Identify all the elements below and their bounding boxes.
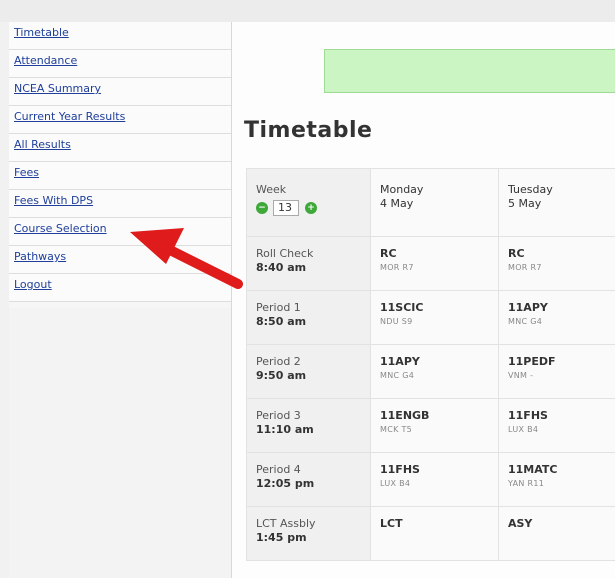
period-cell: Period 1 8:50 am — [246, 290, 371, 345]
class-code: 11APY — [508, 301, 548, 314]
left-edge — [0, 22, 9, 578]
table-row: Period 2 9:50 am 11APY MNC G4 11PEDF VNM - — [246, 344, 615, 399]
sidebar-link-fees-with-dps[interactable]: Fees With DPS — [14, 194, 93, 207]
sidebar-item-current-year-results[interactable]: Current Year Results — [9, 106, 231, 134]
period-time: 12:05 pm — [256, 477, 315, 490]
week-cell: Week − 13 + — [246, 168, 371, 237]
sidebar-link-course-selection[interactable]: Course Selection — [14, 222, 107, 235]
sidebar-item-course-selection[interactable]: Course Selection — [9, 218, 231, 246]
day-name: Tuesday — [508, 183, 553, 196]
sidebar-item-all-results[interactable]: All Results — [9, 134, 231, 162]
class-cell[interactable]: 11SCIC NDU S9 — [370, 290, 499, 345]
day-header: Monday 4 May — [370, 168, 499, 237]
sidebar-link-fees[interactable]: Fees — [14, 166, 39, 179]
timetable-header-row: Week − 13 + Monday 4 May Tuesday 5 May — [246, 168, 615, 237]
previous-week-icon[interactable]: − — [256, 202, 268, 214]
class-room: MCK T5 — [380, 425, 413, 434]
sidebar-link-pathways[interactable]: Pathways — [14, 250, 66, 263]
class-room: YAN R11 — [508, 479, 545, 488]
class-code: 11SCIC — [380, 301, 424, 314]
notice-banner — [324, 49, 615, 93]
class-code: 11ENGB — [380, 409, 430, 422]
sidebar-link-all-results[interactable]: All Results — [14, 138, 71, 151]
top-bar — [0, 0, 615, 22]
class-code: 11FHS — [380, 463, 420, 476]
sidebar-item-pathways[interactable]: Pathways — [9, 246, 231, 274]
class-cell[interactable]: LCT — [370, 506, 499, 561]
period-time: 9:50 am — [256, 369, 307, 382]
class-room: MNC G4 — [508, 317, 543, 326]
class-cell[interactable]: 11APY MNC G4 — [498, 290, 615, 345]
class-room: MNC G4 — [380, 371, 415, 380]
sidebar-link-ncea-summary[interactable]: NCEA Summary — [14, 82, 101, 95]
period-time: 8:50 am — [256, 315, 307, 328]
class-room: LUX B4 — [380, 479, 411, 488]
class-code: 11APY — [380, 355, 420, 368]
period-name: Period 4 — [256, 463, 301, 476]
sidebar-item-fees-with-dps[interactable]: Fees With DPS — [9, 190, 231, 218]
class-code: LCT — [380, 517, 403, 530]
class-cell[interactable]: 11FHS LUX B4 — [370, 452, 499, 507]
class-room: MOR R7 — [508, 263, 542, 272]
day-date: 5 May — [508, 197, 542, 210]
class-room: NDU S9 — [380, 317, 413, 326]
class-cell[interactable]: 11APY MNC G4 — [370, 344, 499, 399]
class-room: VNM - — [508, 371, 534, 380]
period-cell: Period 4 12:05 pm — [246, 452, 371, 507]
day-name: Monday — [380, 183, 424, 196]
sidebar-item-fees[interactable]: Fees — [9, 162, 231, 190]
class-cell[interactable]: 11FHS LUX B4 — [498, 398, 615, 453]
class-code: ASY — [508, 517, 533, 530]
class-code: 11PEDF — [508, 355, 556, 368]
sidebar-link-current-year-results[interactable]: Current Year Results — [14, 110, 125, 123]
table-row: Period 1 8:50 am 11SCIC NDU S9 11APY MNC G4 — [246, 290, 615, 345]
class-cell[interactable]: 11MATC YAN R11 — [498, 452, 615, 507]
class-code: RC — [508, 247, 525, 260]
sidebar-link-logout[interactable]: Logout — [14, 278, 52, 291]
week-number-input[interactable]: 13 — [273, 200, 299, 216]
period-time: 8:40 am — [256, 261, 307, 274]
class-room: MOR R7 — [380, 263, 414, 272]
table-row: Roll Check 8:40 am RC MOR R7 RC MOR R7 — [246, 236, 615, 291]
class-code: 11FHS — [508, 409, 548, 422]
period-cell: Roll Check 8:40 am — [246, 236, 371, 291]
day-date: 4 May — [380, 197, 414, 210]
week-label: Week — [256, 183, 287, 196]
sidebar-empty-area — [9, 308, 231, 578]
main-content: Timetable Week − 13 + Monday 4 May Tuesd… — [232, 22, 615, 578]
sidebar-item-attendance[interactable]: Attendance — [9, 50, 231, 78]
table-row: LCT Assbly 1:45 pm LCT ASY — [246, 506, 615, 561]
class-cell[interactable]: 11ENGB MCK T5 — [370, 398, 499, 453]
period-cell: Period 3 11:10 am — [246, 398, 371, 453]
page-title: Timetable — [244, 118, 373, 143]
sidebar-item-ncea-summary[interactable]: NCEA Summary — [9, 78, 231, 106]
period-time: 11:10 am — [256, 423, 314, 436]
sidebar-item-logout[interactable]: Logout — [9, 274, 231, 302]
class-cell[interactable]: RC MOR R7 — [370, 236, 499, 291]
period-cell: LCT Assbly 1:45 pm — [246, 506, 371, 561]
table-row: Period 4 12:05 pm 11FHS LUX B4 11MATC YAN R… — [246, 452, 615, 507]
period-name: Period 3 — [256, 409, 301, 422]
class-cell[interactable]: ASY — [498, 506, 615, 561]
class-cell[interactable]: 11PEDF VNM - — [498, 344, 615, 399]
table-row: Period 3 11:10 am 11ENGB MCK T5 11FHS LUX B… — [246, 398, 615, 453]
class-code: RC — [380, 247, 397, 260]
week-stepper: − 13 + — [256, 200, 362, 216]
class-room: LUX B4 — [508, 425, 539, 434]
day-header: Tuesday 5 May — [498, 168, 615, 237]
sidebar-link-attendance[interactable]: Attendance — [14, 54, 77, 67]
period-time: 1:45 pm — [256, 531, 307, 544]
sidebar-item-timetable[interactable]: Timetable — [9, 22, 231, 50]
period-name: Roll Check — [256, 247, 314, 260]
period-name: LCT Assbly — [256, 517, 316, 530]
class-cell[interactable]: RC MOR R7 — [498, 236, 615, 291]
sidebar: Timetable Attendance NCEA Summary Curren… — [9, 22, 232, 578]
period-name: Period 2 — [256, 355, 301, 368]
period-name: Period 1 — [256, 301, 301, 314]
period-cell: Period 2 9:50 am — [246, 344, 371, 399]
class-code: 11MATC — [508, 463, 558, 476]
sidebar-link-timetable[interactable]: Timetable — [14, 26, 69, 39]
timetable-table: Week − 13 + Monday 4 May Tuesday 5 May R… — [246, 168, 615, 561]
next-week-icon[interactable]: + — [305, 202, 317, 214]
